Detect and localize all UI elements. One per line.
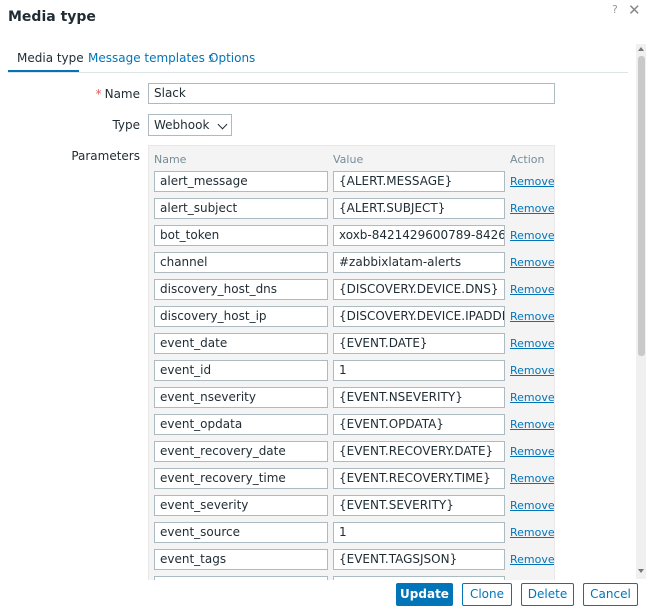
parameter-name-input[interactable]: event_nseverity — [154, 387, 328, 408]
name-label: * Name — [0, 87, 140, 101]
remove-link[interactable]: Remove — [510, 256, 554, 269]
scroll-thumb[interactable] — [638, 56, 645, 356]
parameter-value-input[interactable]: {DISCOVERY.DEVICE.IPADDRES — [333, 306, 505, 327]
required-mark: * — [95, 87, 102, 101]
parameter-name-input[interactable]: event_tags — [154, 549, 328, 570]
remove-link[interactable]: Remove — [510, 499, 554, 512]
parameter-name-input[interactable]: discovery_host_ip — [154, 306, 328, 327]
remove-link[interactable]: Remove — [510, 391, 554, 404]
tab-media-type[interactable]: Media type — [17, 51, 84, 65]
parameter-name-input[interactable]: event_opdata — [154, 414, 328, 435]
parameter-row: alert_subject {ALERT.SUBJECT} Remove — [149, 198, 554, 221]
remove-link[interactable]: Remove — [510, 202, 554, 215]
parameter-row: event_date {EVENT.DATE} Remove — [149, 333, 554, 356]
parameter-value-input[interactable]: {EVENT.DATE} — [333, 333, 505, 354]
remove-link[interactable]: Remove — [510, 175, 554, 188]
parameter-row: event_recovery_date {EVENT.RECOVERY.DATE}… — [149, 441, 554, 464]
parameter-row: event_id 1 Remove — [149, 360, 554, 383]
delete-button[interactable]: Delete — [521, 583, 574, 606]
name-label-text: Name — [104, 87, 140, 101]
close-icon[interactable]: ✕ — [628, 1, 641, 19]
parameter-name-input[interactable]: event_recovery_date — [154, 441, 328, 462]
tab-options[interactable]: Options — [209, 51, 255, 65]
remove-link[interactable]: Remove — [510, 445, 554, 458]
remove-link[interactable]: Remove — [510, 418, 554, 431]
column-header-name: Name — [154, 153, 187, 166]
parameter-row: event_severity {EVENT.SEVERITY} Remove — [149, 495, 554, 518]
remove-link[interactable]: Remove — [510, 283, 554, 296]
parameter-row: event_source 1 Remove — [149, 522, 554, 545]
parameter-value-input[interactable]: {EVENT.RECOVERY.TIME} — [333, 468, 505, 489]
dialog-title: Media type — [8, 9, 96, 25]
parameter-name-input[interactable]: bot_token — [154, 225, 328, 246]
parameter-row: event_tags {EVENT.TAGSJSON} Remove — [149, 549, 554, 572]
column-header-action: Action — [510, 153, 545, 166]
parameter-value-input[interactable]: {EVENT.OPDATA} — [333, 414, 505, 435]
remove-link[interactable]: Remove — [510, 229, 554, 242]
parameter-row: bot_tokenxoxb-8421429600789-842689139 Rem… — [149, 225, 554, 248]
parameter-name-input[interactable]: alert_message — [154, 171, 328, 192]
type-select[interactable]: Webhook — [148, 114, 232, 136]
parameter-name-input[interactable]: event_id — [154, 360, 328, 381]
parameter-row: event_opdata {EVENT.OPDATA} Remove — [149, 414, 554, 437]
parameter-row: discovery_host_dns {DISCOVERY.DEVICE.DNS}… — [149, 279, 554, 302]
chevron-down-icon — [217, 119, 228, 130]
parameter-value-input[interactable]: {ALERT.SUBJECT} — [333, 198, 505, 219]
tab-bar: Media type Message templates 5 Options — [8, 48, 628, 73]
parameter-value-input[interactable]: {ALERT.MESSAGE} — [333, 171, 505, 192]
remove-link[interactable]: Remove — [510, 472, 554, 485]
parameter-value-input[interactable]: 1 — [333, 360, 505, 381]
help-icon[interactable]: ? — [612, 3, 618, 16]
remove-link[interactable]: Remove — [510, 526, 554, 539]
name-input[interactable]: Slack — [148, 83, 555, 104]
parameter-value-input[interactable]: {EVENT.NSEVERITY} — [333, 387, 505, 408]
parameter-row: discovery_host_ip {DISCOVERY.DEVICE.IPADD… — [149, 306, 554, 329]
remove-link[interactable]: Remove — [510, 310, 554, 323]
parameter-name-input[interactable]: event_severity — [154, 495, 328, 516]
parameter-row: event_nseverity {EVENT.NSEVERITY} Remove — [149, 387, 554, 410]
type-select-value: Webhook — [154, 118, 210, 132]
parameter-value-input[interactable]: 1 — [333, 522, 505, 543]
parameter-name-input[interactable]: event_date — [154, 333, 328, 354]
parameter-value-input[interactable]: {EVENT.SEVERITY} — [333, 495, 505, 516]
parameter-name-input[interactable]: alert_subject — [154, 198, 328, 219]
parameter-value-input[interactable]: xoxb-8421429600789-842689139 — [333, 225, 505, 246]
parameter-name-input[interactable]: channel — [154, 252, 328, 273]
tab-message-templates-label: Message templates — [88, 51, 205, 65]
parameter-name-input[interactable]: discovery_host_dns — [154, 279, 328, 300]
remove-link[interactable]: Remove — [510, 553, 554, 566]
remove-link[interactable]: Remove — [510, 337, 554, 350]
parameter-value-input[interactable]: {DISCOVERY.DEVICE.DNS} — [333, 279, 505, 300]
parameter-value-input[interactable]: {EVENT.RECOVERY.DATE} — [333, 441, 505, 462]
parameter-name-input[interactable]: event_source — [154, 522, 328, 543]
tab-message-templates[interactable]: Message templates 5 — [88, 51, 214, 65]
parameters-label: Parameters — [71, 149, 140, 163]
parameter-row: alert_message {ALERT.MESSAGE} Remove — [149, 171, 554, 194]
parameter-value-input[interactable]: #zabbixlatam-alerts — [333, 252, 505, 273]
clone-button[interactable]: Clone — [462, 583, 512, 606]
update-button[interactable]: Update — [396, 583, 453, 606]
scroll-up-arrow-icon[interactable] — [638, 47, 644, 51]
remove-link[interactable]: Remove — [510, 364, 554, 377]
column-header-value: Value — [333, 153, 364, 166]
scroll-down-arrow-icon[interactable] — [638, 569, 644, 573]
type-label: Type — [112, 118, 140, 132]
parameter-row: channel #zabbixlatam-alerts Remove — [149, 252, 554, 275]
parameter-name-input[interactable]: event_recovery_time — [154, 468, 328, 489]
active-tab-indicator — [8, 70, 79, 72]
parameter-row: event_recovery_time {EVENT.RECOVERY.TIME}… — [149, 468, 554, 491]
cancel-button[interactable]: Cancel — [583, 583, 638, 606]
dialog-scrollbar[interactable] — [636, 44, 646, 579]
dialog-footer: Update Clone Delete Cancel — [0, 580, 651, 610]
parameters-table: Name Value Action alert_message {ALERT.ME… — [148, 145, 555, 585]
parameter-value-input[interactable]: {EVENT.TAGSJSON} — [333, 549, 505, 570]
